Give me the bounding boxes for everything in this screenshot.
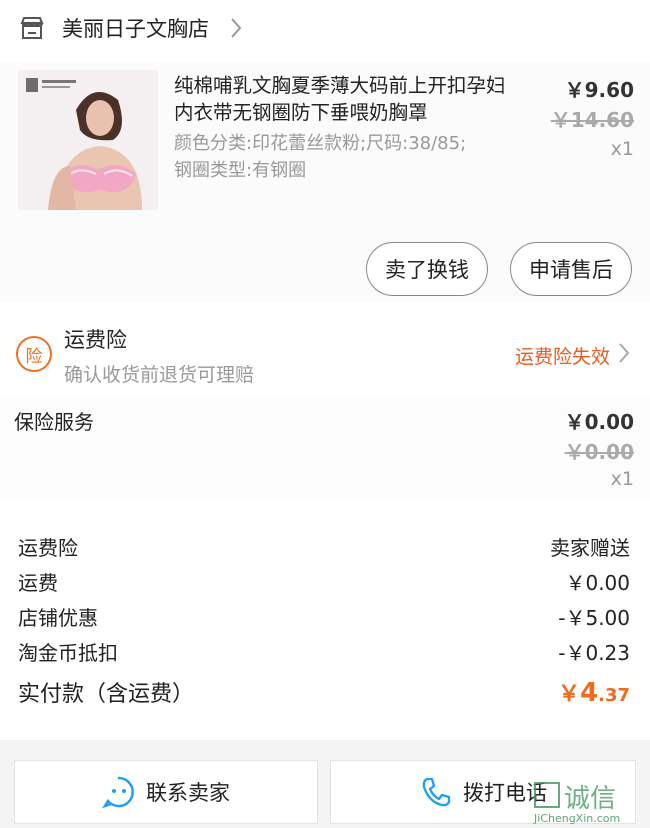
- summary-label: 运费: [18, 571, 58, 595]
- summary-value: 卖家赠送: [550, 536, 630, 560]
- summary-label: 运费险: [18, 536, 78, 560]
- shop-icon: [20, 17, 44, 39]
- service-name: 保险服务: [14, 410, 94, 434]
- contact-seller-button[interactable]: 联系卖家: [14, 760, 318, 824]
- summary-label: 店铺优惠: [18, 606, 98, 630]
- service-quantity: x1: [610, 468, 634, 490]
- insurance-desc: 确认收货前退货可理赔: [64, 364, 255, 386]
- summary-row: 淘金币抵扣 -￥0.23: [0, 637, 650, 671]
- product-original-price: ￥14.60: [550, 108, 634, 132]
- watermark-logo: [534, 782, 560, 808]
- product-item[interactable]: 纯棉哺乳文胸夏季薄大码前上开扣孕妇内衣带无钢圈防下垂喂奶胸罩 颜色分类:印花蕾丝…: [0, 62, 650, 232]
- summary-value: -￥0.23: [558, 641, 630, 665]
- product-quantity: x1: [610, 138, 634, 160]
- total-integer: 4: [580, 678, 599, 708]
- total-decimal: .37: [598, 685, 630, 706]
- insurance-name: 运费险: [64, 328, 127, 352]
- watermark: 诚信 JiChengXin.com: [534, 778, 650, 828]
- shop-name[interactable]: 美丽日子文胸店: [62, 13, 209, 43]
- divider: [0, 740, 650, 756]
- total-currency: ￥: [558, 682, 581, 707]
- product-actions: 卖了换钱 申请售后: [0, 232, 650, 302]
- summary-label: 淘金币抵扣: [18, 641, 118, 665]
- summary-value: -￥5.00: [558, 606, 630, 630]
- summary-value: ￥0.00: [565, 571, 630, 595]
- total-value: ￥4.37: [558, 676, 630, 708]
- chat-icon: [102, 776, 134, 809]
- service-price: ￥0.00: [564, 410, 634, 434]
- product-image: [18, 70, 158, 210]
- product-thumbnail[interactable]: [18, 70, 158, 210]
- summary-row: 店铺优惠 -￥5.00: [0, 602, 650, 636]
- total-row: 实付款（含运费） ￥4.37: [0, 676, 650, 710]
- total-label: 实付款（含运费）: [18, 682, 195, 707]
- watermark-url: JiChengXin.com: [534, 812, 621, 825]
- summary-row: 运费险 卖家赠送: [0, 532, 650, 566]
- shipping-insurance[interactable]: 险 运费险 确认收货前退货可理赔 运费险失效: [0, 318, 650, 390]
- product-price: ￥9.60: [564, 78, 634, 102]
- insurance-service-item[interactable]: 保险服务 ￥0.00 ￥0.00 x1: [0, 396, 650, 500]
- product-sku: 颜色分类:印花蕾丝款粉;尺码:38/85;钢圈类型:有钢圈: [174, 133, 467, 181]
- sell-button[interactable]: 卖了换钱: [366, 242, 488, 296]
- chevron-right-icon: [619, 343, 630, 363]
- after-sale-button[interactable]: 申请售后: [510, 242, 632, 296]
- contact-seller-label: 联系卖家: [146, 782, 230, 805]
- insurance-badge-icon: 险: [16, 336, 52, 372]
- shop-header[interactable]: 美丽日子文胸店: [0, 0, 650, 56]
- phone-icon: [422, 777, 451, 807]
- product-title[interactable]: 纯棉哺乳文胸夏季薄大码前上开扣孕妇内衣带无钢圈防下垂喂奶胸罩: [174, 72, 514, 126]
- summary-row: 运费 ￥0.00: [0, 567, 650, 601]
- service-original-price: ￥0.00: [564, 440, 634, 464]
- insurance-status[interactable]: 运费险失效: [515, 342, 610, 369]
- chevron-right-icon: [231, 18, 242, 38]
- watermark-text: 诚信: [564, 784, 617, 814]
